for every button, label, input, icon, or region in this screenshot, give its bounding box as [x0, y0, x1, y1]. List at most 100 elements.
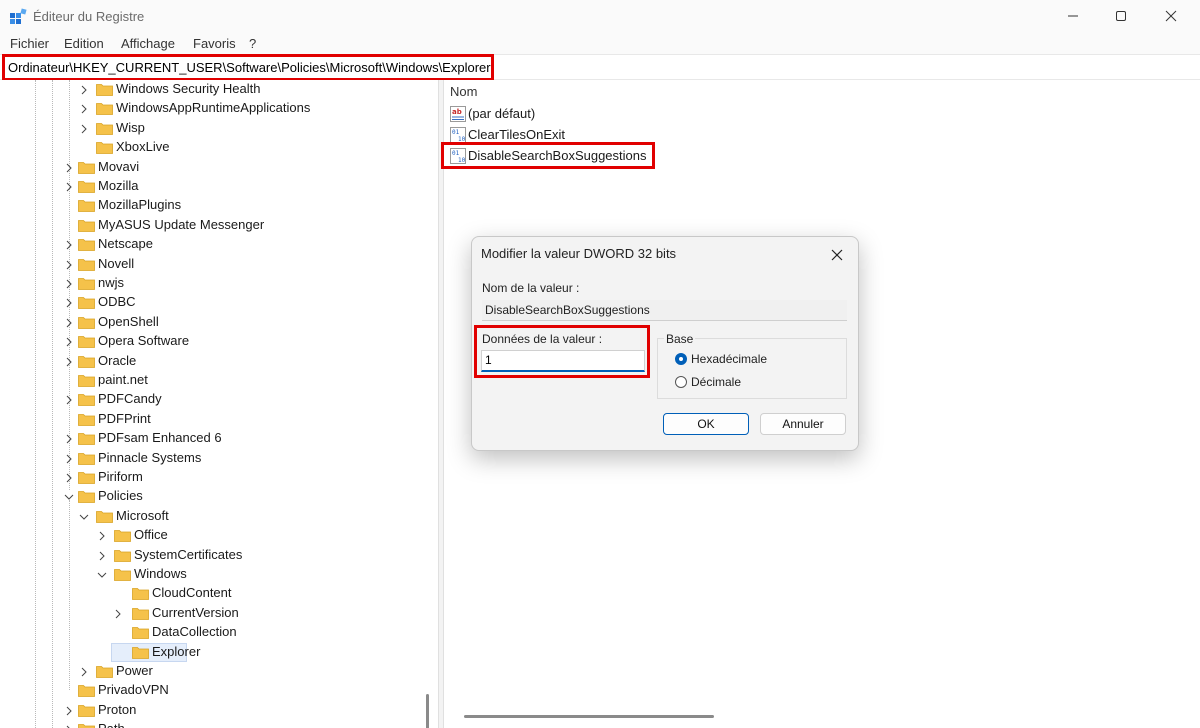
tree-scrollbar[interactable] [426, 694, 429, 728]
tree-item[interactable]: Microsoft [0, 507, 420, 526]
value-data-input[interactable]: 1 [481, 350, 645, 372]
radio-decimal-label[interactable]: Décimale [691, 375, 741, 389]
tree-item[interactable]: Explorer [0, 643, 420, 662]
menu-edition[interactable]: Edition [64, 36, 104, 51]
tree-item[interactable]: Policies [0, 487, 420, 506]
tree-item[interactable]: SystemCertificates [0, 546, 420, 565]
tree-item[interactable]: Novell [0, 255, 420, 274]
tree-item[interactable]: paint.net [0, 371, 420, 390]
chevron-right-icon[interactable] [64, 434, 74, 444]
column-header-name[interactable]: Nom [450, 84, 477, 99]
tree-item[interactable]: Wisp [0, 119, 420, 138]
tree-item[interactable]: CloudContent [0, 584, 420, 603]
chevron-right-icon[interactable] [97, 531, 107, 541]
tree-item[interactable]: Windows [0, 565, 420, 584]
tree-item[interactable]: Windows Security Health [0, 80, 420, 99]
menu-affichage[interactable]: Affichage [121, 36, 175, 51]
folder-icon [78, 414, 95, 426]
svg-text:01: 01 [452, 129, 460, 136]
menu-help[interactable]: ? [249, 36, 256, 51]
registry-editor-icon [10, 8, 27, 24]
minimize-button[interactable] [1050, 0, 1096, 32]
key-tree[interactable]: Windows Security Health WindowsAppRuntime… [0, 80, 438, 728]
tree-item[interactable]: CurrentVersion [0, 604, 420, 623]
value-name-field: DisableSearchBoxSuggestions [482, 300, 847, 321]
tree-item[interactable]: Piriform [0, 468, 420, 487]
close-button[interactable] [1148, 0, 1194, 32]
tree-item-label: Pinnacle Systems [98, 450, 202, 465]
radio-hexadecimal-label[interactable]: Hexadécimale [691, 352, 767, 366]
tree-item[interactable]: nwjs [0, 274, 420, 293]
menu-fichier[interactable]: Fichier [10, 36, 49, 51]
folder-icon [132, 647, 149, 659]
tree-item-label: Policies [98, 488, 143, 503]
dialog-close-button[interactable] [827, 245, 847, 265]
value-row-default[interactable]: ab (par défaut) [448, 104, 578, 124]
tree-item[interactable]: ODBC [0, 293, 420, 312]
tree-item[interactable]: PDFsam Enhanced 6 [0, 429, 420, 448]
chevron-right-icon[interactable] [79, 104, 89, 114]
chevron-right-icon[interactable] [64, 337, 74, 347]
tree-item[interactable]: MozillaPlugins [0, 196, 420, 215]
ok-button[interactable]: OK [663, 413, 749, 435]
maximize-button[interactable] [1098, 0, 1144, 32]
chevron-right-icon[interactable] [64, 260, 74, 270]
value-name: (par défaut) [468, 106, 536, 121]
cancel-button[interactable]: Annuler [760, 413, 846, 435]
svg-text:01: 01 [452, 150, 460, 157]
chevron-down-icon[interactable] [79, 512, 89, 522]
address-path[interactable]: Ordinateur\HKEY_CURRENT_USER\Software\Po… [8, 60, 491, 75]
radio-hexadecimal[interactable] [675, 353, 687, 365]
tree-item[interactable]: Path [0, 720, 420, 728]
chevron-right-icon[interactable] [64, 163, 74, 173]
chevron-right-icon[interactable] [64, 706, 74, 716]
chevron-right-icon[interactable] [79, 85, 89, 95]
chevron-right-icon[interactable] [64, 454, 74, 464]
tree-item[interactable]: Opera Software [0, 332, 420, 351]
tree-item[interactable]: Oracle [0, 352, 420, 371]
tree-item[interactable]: Mozilla [0, 177, 420, 196]
tree-item-label: Path [98, 721, 125, 728]
tree-item[interactable]: Movavi [0, 158, 420, 177]
tree-item[interactable]: Netscape [0, 235, 420, 254]
chevron-right-icon[interactable] [97, 551, 107, 561]
chevron-down-icon[interactable] [97, 570, 107, 580]
chevron-right-icon[interactable] [79, 124, 89, 134]
maximize-icon [1116, 11, 1126, 21]
menu-favoris[interactable]: Favoris [193, 36, 236, 51]
chevron-right-icon[interactable] [64, 182, 74, 192]
chevron-right-icon[interactable] [64, 298, 74, 308]
radio-decimal[interactable] [675, 376, 687, 388]
tree-item-label: Wisp [116, 120, 145, 135]
address-bar[interactable]: Ordinateur\HKEY_CURRENT_USER\Software\Po… [0, 54, 1200, 80]
tree-item[interactable]: OpenShell [0, 313, 420, 332]
tree-item[interactable]: Pinnacle Systems [0, 449, 420, 468]
chevron-right-icon[interactable] [79, 667, 89, 677]
folder-icon [78, 453, 95, 465]
chevron-right-icon[interactable] [64, 473, 74, 483]
tree-item[interactable]: WindowsAppRuntimeApplications [0, 99, 420, 118]
chevron-right-icon[interactable] [64, 240, 74, 250]
value-row-cleartilesonexit[interactable]: 01 10 ClearTilesOnExit [448, 125, 578, 145]
tree-item[interactable]: PDFPrint [0, 410, 420, 429]
tree-item[interactable]: PrivadoVPN [0, 681, 420, 700]
value-row-disablesearchboxsuggestions[interactable]: 01 10 DisableSearchBoxSuggestions [448, 146, 654, 166]
chevron-right-icon[interactable] [113, 609, 123, 619]
tree-item-label: Proton [98, 702, 137, 717]
tree-item[interactable]: DataCollection [0, 623, 420, 642]
folder-icon [132, 627, 149, 639]
tree-item[interactable]: Power [0, 662, 420, 681]
tree-item[interactable]: XboxLive [0, 138, 420, 157]
tree-item[interactable]: MyASUS Update Messenger [0, 216, 420, 235]
values-horizontal-scrollbar[interactable] [464, 715, 714, 718]
chevron-right-icon[interactable] [64, 357, 74, 367]
tree-item[interactable]: Office [0, 526, 420, 545]
tree-item[interactable]: Proton [0, 701, 420, 720]
chevron-right-icon[interactable] [64, 279, 74, 289]
chevron-right-icon[interactable] [64, 395, 74, 405]
chevron-right-icon[interactable] [64, 318, 74, 328]
tree-item-label: Mozilla [98, 178, 139, 193]
chevron-down-icon[interactable] [64, 492, 74, 502]
tree-item[interactable]: PDFCandy [0, 390, 420, 409]
folder-icon [96, 123, 113, 135]
